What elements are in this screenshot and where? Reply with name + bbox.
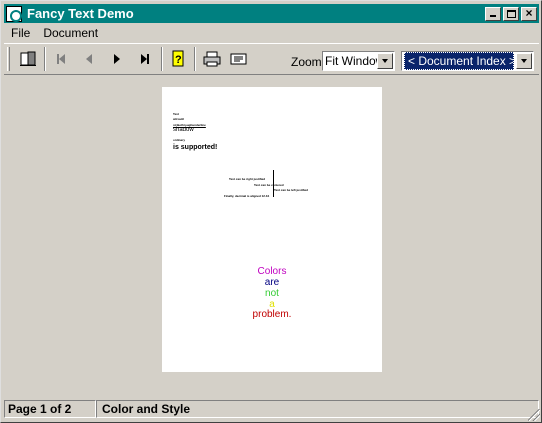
document-index-value: < Document Index > xyxy=(404,52,514,70)
diagram-line: Finally, decimal is aligned 12.34 xyxy=(224,194,270,198)
window-title: Fancy Text Demo xyxy=(27,6,134,21)
page-line: shadow xyxy=(173,127,194,133)
page-line: attrsutil xyxy=(173,117,185,121)
status-section: Color and Style xyxy=(96,400,539,418)
first-page-button[interactable] xyxy=(49,48,73,70)
page-setup-icon xyxy=(230,53,247,65)
open-document-icon xyxy=(20,51,36,66)
toolbar-grip[interactable] xyxy=(7,47,10,71)
app-window: Fancy Text Demo × File Document ? Zoom F… xyxy=(0,0,542,423)
title-bar[interactable]: Fancy Text Demo × xyxy=(4,4,539,23)
close-button[interactable]: × xyxy=(521,5,537,21)
document-index-dropdown-icon[interactable] xyxy=(516,53,532,69)
toolbar: ? Zoom Fit Window < Document In xyxy=(4,43,539,75)
close-icon: × xyxy=(525,5,533,20)
colors-word: not xyxy=(265,288,279,299)
document-index-select[interactable]: < Document Index > xyxy=(401,51,534,71)
page-line: ordinary xyxy=(173,138,186,142)
document-page: Text attrsutil strikethroughunderline sh… xyxy=(162,87,382,372)
next-page-icon xyxy=(114,54,120,64)
toolbar-separator xyxy=(161,47,163,71)
zoom-select[interactable]: Fit Window xyxy=(322,51,395,71)
page-setup-button[interactable] xyxy=(227,48,251,70)
minimize-icon xyxy=(490,14,496,17)
colors-word: Colors xyxy=(257,266,287,277)
colors-word: are xyxy=(264,277,280,288)
open-document-button[interactable] xyxy=(16,48,40,70)
maximize-button[interactable] xyxy=(503,6,519,21)
document-view[interactable]: Text attrsutil strikethroughunderline sh… xyxy=(4,76,539,398)
next-page-button[interactable] xyxy=(105,48,129,70)
diagram-line: Text can be left justified xyxy=(274,188,308,192)
menu-document[interactable]: Document xyxy=(36,26,104,40)
previous-page-button[interactable] xyxy=(77,48,101,70)
last-page-bar-icon xyxy=(147,54,149,64)
resize-grip[interactable] xyxy=(528,409,540,421)
svg-text:?: ? xyxy=(175,54,182,66)
first-page-icon xyxy=(59,54,65,64)
print-button[interactable] xyxy=(200,48,224,70)
maximize-icon xyxy=(507,9,516,18)
page-line: is supported! xyxy=(173,144,218,151)
diagram-line: Text can be right justified xyxy=(229,177,266,181)
minimize-button[interactable] xyxy=(485,6,501,21)
previous-page-icon xyxy=(86,54,92,64)
page-line: Text xyxy=(173,112,179,116)
help-button[interactable]: ? xyxy=(166,48,190,70)
zoom-dropdown-icon[interactable] xyxy=(377,53,393,69)
printer-icon xyxy=(203,51,221,67)
help-icon: ? xyxy=(172,50,184,67)
zoom-value: Fit Window xyxy=(325,54,377,68)
colors-word: problem. xyxy=(252,309,292,320)
status-page: Page 1 of 2 xyxy=(4,400,96,418)
toolbar-separator xyxy=(194,47,196,71)
app-icon[interactable] xyxy=(6,5,22,22)
diagram-line: Text can be centered xyxy=(254,183,284,187)
toolbar-separator xyxy=(44,47,46,71)
menu-file[interactable]: File xyxy=(4,26,36,40)
zoom-label: Zoom xyxy=(291,55,322,69)
last-page-button[interactable] xyxy=(133,48,157,70)
menu-bar: File Document xyxy=(4,24,104,42)
status-bar: Page 1 of 2 Color and Style xyxy=(4,400,539,420)
